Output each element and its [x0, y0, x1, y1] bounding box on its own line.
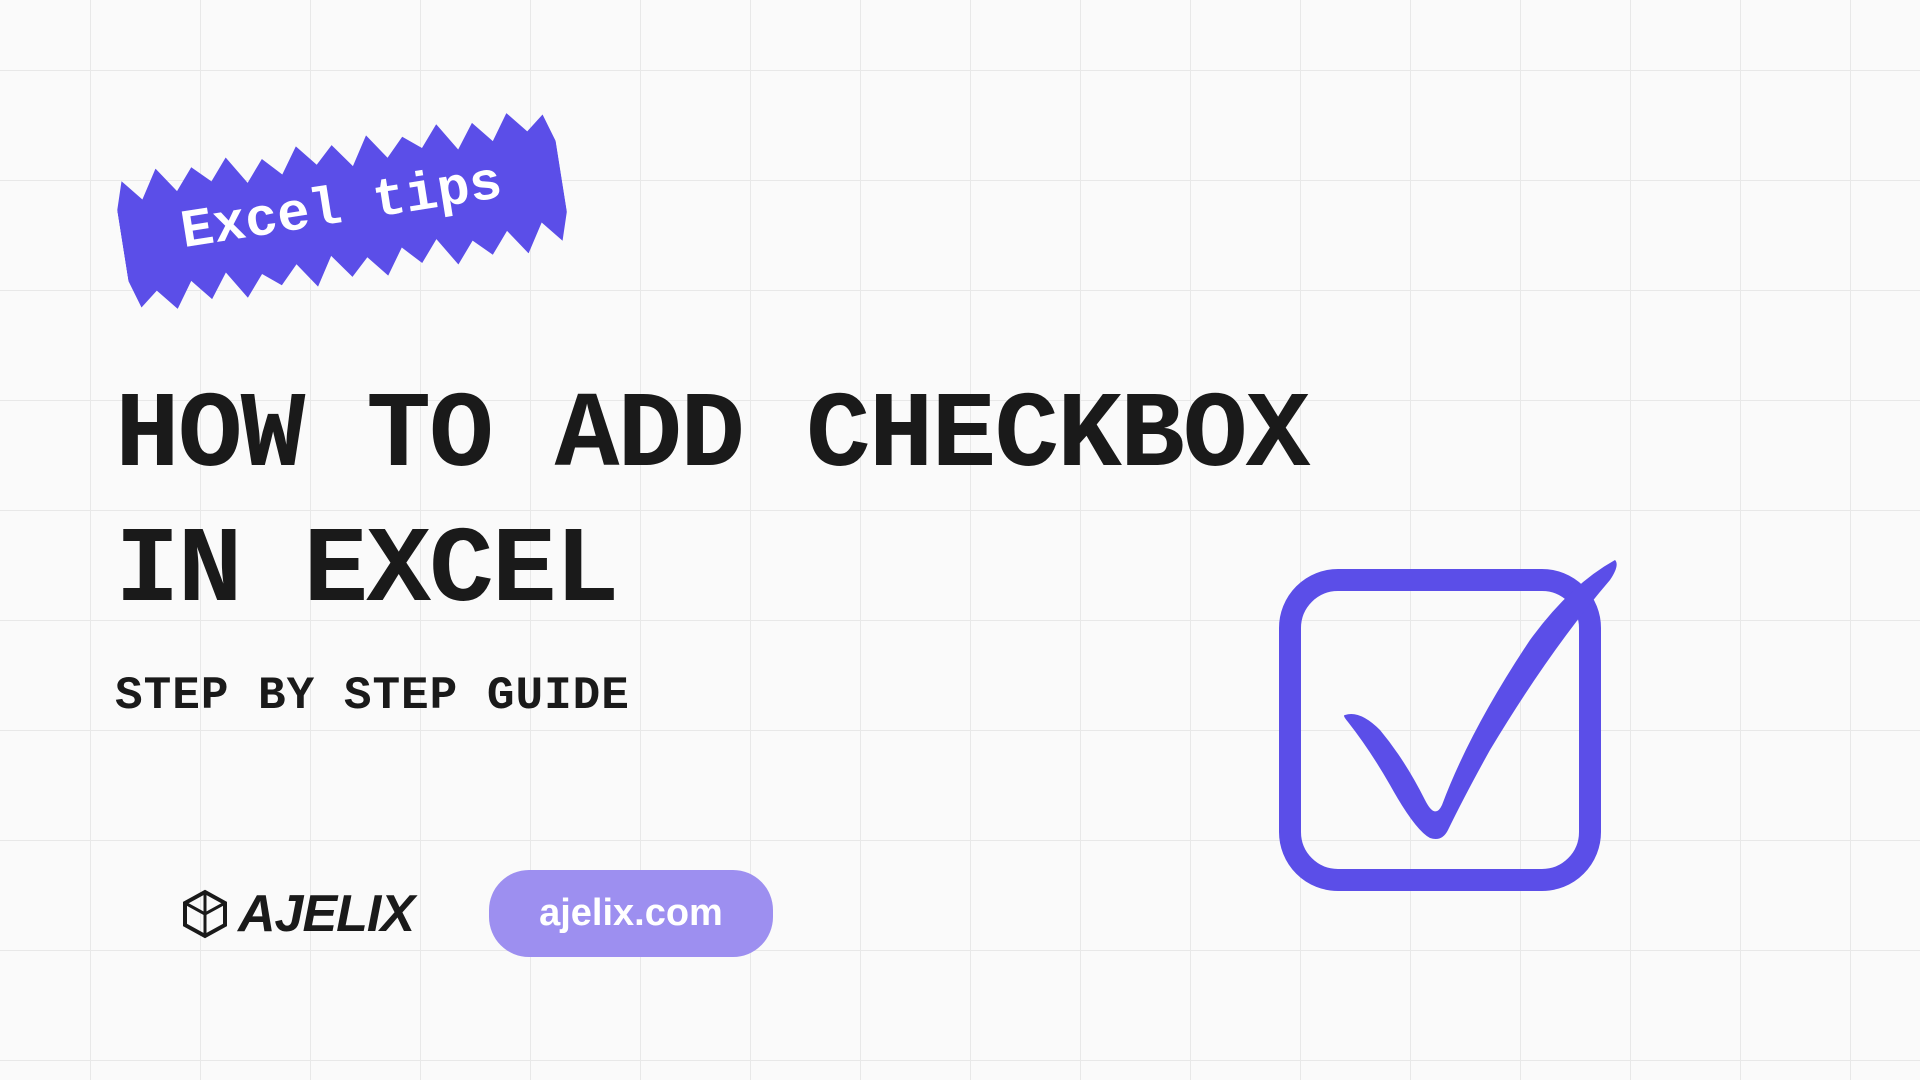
subtitle: STEP BY STEP GUIDE — [115, 670, 630, 722]
logo-icon — [180, 889, 230, 939]
brand-logo: AJELIX — [180, 884, 414, 944]
main-title: HOW TO ADD CHECKBOX IN EXCEL — [115, 370, 1308, 640]
website-url: ajelix.com — [489, 870, 773, 957]
checkbox-icon — [1270, 550, 1640, 915]
footer-section: AJELIX ajelix.com — [180, 870, 773, 957]
logo-text: AJELIX — [238, 884, 414, 944]
